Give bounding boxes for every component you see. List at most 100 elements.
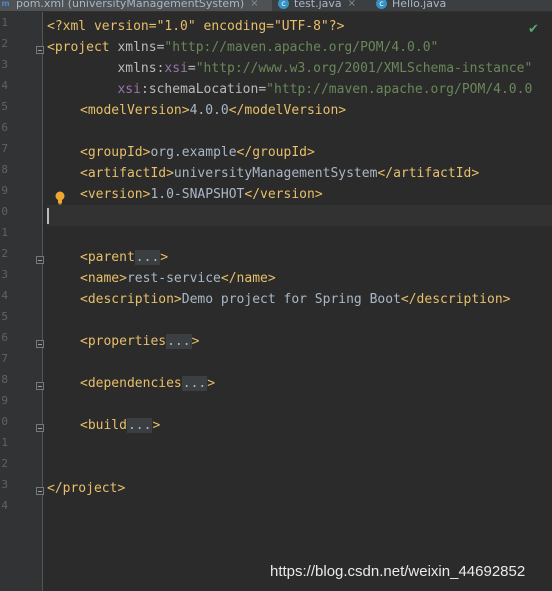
- tag-text: rest-service: [126, 271, 221, 286]
- code-editor[interactable]: <?xml version="1.0" encoding="UTF-8"?> <…: [47, 12, 552, 591]
- current-line-highlight: [47, 205, 552, 226]
- code-line-5: <modelVersion>4.0.0</modelVersion>: [80, 100, 346, 121]
- tag-open: <groupId>: [80, 145, 151, 160]
- tab-pom-xml[interactable]: m pom.xml (universityManagementSystem) ×: [0, 0, 272, 11]
- tag-close: </groupId>: [236, 145, 315, 160]
- maven-icon: m: [1, 0, 10, 8]
- code-line-16: <properties...>: [80, 331, 199, 352]
- attr-eq: =: [258, 82, 267, 97]
- fold-marker-parent[interactable]: [36, 256, 44, 264]
- attr-namespace: xsi: [164, 61, 188, 76]
- close-icon[interactable]: ×: [348, 0, 356, 9]
- folded-region[interactable]: ...: [181, 376, 208, 391]
- fold-marker-build[interactable]: [36, 424, 44, 432]
- line-number: 5: [1, 100, 8, 113]
- attr-name: :schemaLocation: [140, 82, 259, 97]
- line-number: 3: [1, 268, 8, 281]
- fold-marker-project[interactable]: [36, 46, 44, 54]
- folded-region[interactable]: ...: [134, 250, 161, 265]
- java-class-icon: c: [278, 0, 289, 9]
- watermark-text: https://blog.csdn.net/weixin_44692852: [270, 563, 526, 580]
- code-line-3: xmlns:xsi="http://www.w3.org/2001/XMLSch…: [47, 58, 532, 79]
- code-line-9: <version>1.0-SNAPSHOT</version>: [80, 184, 323, 205]
- tag-text: Demo project for Spring Boot: [181, 292, 401, 307]
- tag-close: </project>: [47, 481, 126, 496]
- line-number: 9: [1, 394, 8, 407]
- tag-close: >: [207, 376, 216, 391]
- fold-marker-properties[interactable]: [36, 340, 44, 348]
- tag-text: 4.0.0: [189, 103, 229, 118]
- attr-value: "http://maven.apache.org/POM/4.0.0: [266, 82, 533, 97]
- tag-text: org.example: [150, 145, 237, 160]
- tag-close: </version>: [244, 187, 323, 202]
- line-number: 3: [1, 58, 8, 71]
- tag-close: >: [160, 250, 169, 265]
- tag-open: <modelVersion>: [80, 103, 190, 118]
- code-line-13: <name>rest-service</name>: [80, 268, 276, 289]
- code-line-20: <build...>: [80, 415, 160, 436]
- code-line-8: <artifactId>universityManagementSystem</…: [80, 163, 479, 184]
- line-number: 0: [1, 205, 8, 218]
- line-number: 2: [1, 247, 8, 260]
- line-number: 1: [1, 226, 8, 239]
- tab-test-java[interactable]: c test.java ×: [278, 0, 368, 11]
- tag-close: </modelVersion>: [228, 103, 347, 118]
- folded-region[interactable]: ...: [126, 418, 153, 433]
- line-number: 3: [1, 478, 8, 491]
- tag-open: <project: [47, 40, 110, 55]
- attr-name: xmlns: [109, 40, 157, 55]
- line-number: 4: [1, 79, 8, 92]
- line-number: 1: [1, 16, 8, 29]
- code-line-2: <project xmlns="http://maven.apache.org/…: [47, 37, 438, 58]
- attr-eq: =: [187, 61, 196, 76]
- line-number: 9: [1, 184, 8, 197]
- line-number: 8: [1, 373, 8, 386]
- editor-tab-bar: m pom.xml (universityManagementSystem) ×…: [0, 0, 552, 12]
- code-line-14: <description>Demo project for Spring Boo…: [80, 289, 510, 310]
- line-number: 1: [1, 436, 8, 449]
- line-number: 5: [1, 310, 8, 323]
- editor-gutter: 1 2 3 4 5 6 7 8 9 0 1 2 3 4 5 6 7 8 9 0 …: [0, 12, 44, 591]
- line-number: 7: [1, 142, 8, 155]
- line-number: 4: [1, 499, 8, 512]
- attr-value: "http://maven.apache.org/POM/4.0.0": [164, 40, 439, 55]
- tag-open: <parent: [80, 250, 135, 265]
- tag-open: <build: [80, 418, 127, 433]
- tag-open: <description>: [80, 292, 182, 307]
- tag-text: universityManagementSystem: [173, 166, 378, 181]
- code-line-18: <dependencies...>: [80, 373, 215, 394]
- code-line-1: <?xml version="1.0" encoding="UTF-8"?>: [47, 16, 344, 37]
- line-number: 6: [1, 331, 8, 344]
- fold-marker-dependencies[interactable]: [36, 382, 44, 390]
- code-line-7: <groupId>org.example</groupId>: [80, 142, 315, 163]
- tag-open: <version>: [80, 187, 151, 202]
- xml-declaration: <?xml version="1.0" encoding="UTF-8"?>: [47, 19, 345, 34]
- tag-close: </artifactId>: [377, 166, 480, 181]
- code-line-24: </project>: [47, 478, 125, 499]
- line-number: 2: [1, 457, 8, 470]
- code-line-12: <parent...>: [80, 247, 168, 268]
- line-number: 0: [1, 415, 8, 428]
- tag-open: <artifactId>: [80, 166, 174, 181]
- attr-namespace: xsi: [117, 82, 141, 97]
- attr-value: "http://www.w3.org/2001/XMLSchema-instan…: [195, 61, 533, 76]
- line-number: 8: [1, 163, 8, 176]
- java-class-icon: c: [376, 0, 387, 9]
- line-number: 2: [1, 37, 8, 50]
- tag-open: <properties: [80, 334, 167, 349]
- close-icon[interactable]: ×: [250, 0, 258, 9]
- tag-close: </name>: [220, 271, 276, 286]
- attr-name: xmlns:: [117, 61, 165, 76]
- tab-label: Hello.java: [392, 0, 447, 10]
- tag-open: <name>: [80, 271, 127, 286]
- tag-text: 1.0-SNAPSHOT: [150, 187, 245, 202]
- code-line-4: xsi:schemaLocation="http://maven.apache.…: [47, 79, 532, 100]
- tab-hello-java[interactable]: c Hello.java: [376, 0, 476, 11]
- fold-marker-project-end[interactable]: [36, 487, 44, 495]
- text-caret: [47, 208, 49, 224]
- line-number: 6: [1, 121, 8, 134]
- folded-region[interactable]: ...: [166, 334, 192, 349]
- tag-open: <dependencies: [80, 376, 182, 391]
